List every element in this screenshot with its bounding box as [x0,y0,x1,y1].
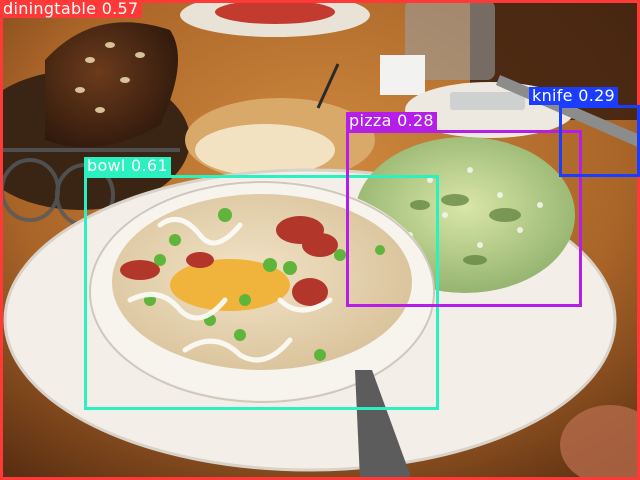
diningtable-label: diningtable 0.57 [0,0,142,18]
pizza-box [346,130,582,307]
knife-label: knife 0.29 [529,87,619,105]
detection-scene: diningtable 0.57 bowl 0.61 pizza 0.28 kn… [0,0,640,480]
knife-box [559,105,640,177]
bowl-label: bowl 0.61 [84,157,171,175]
pizza-label: pizza 0.28 [346,112,437,130]
